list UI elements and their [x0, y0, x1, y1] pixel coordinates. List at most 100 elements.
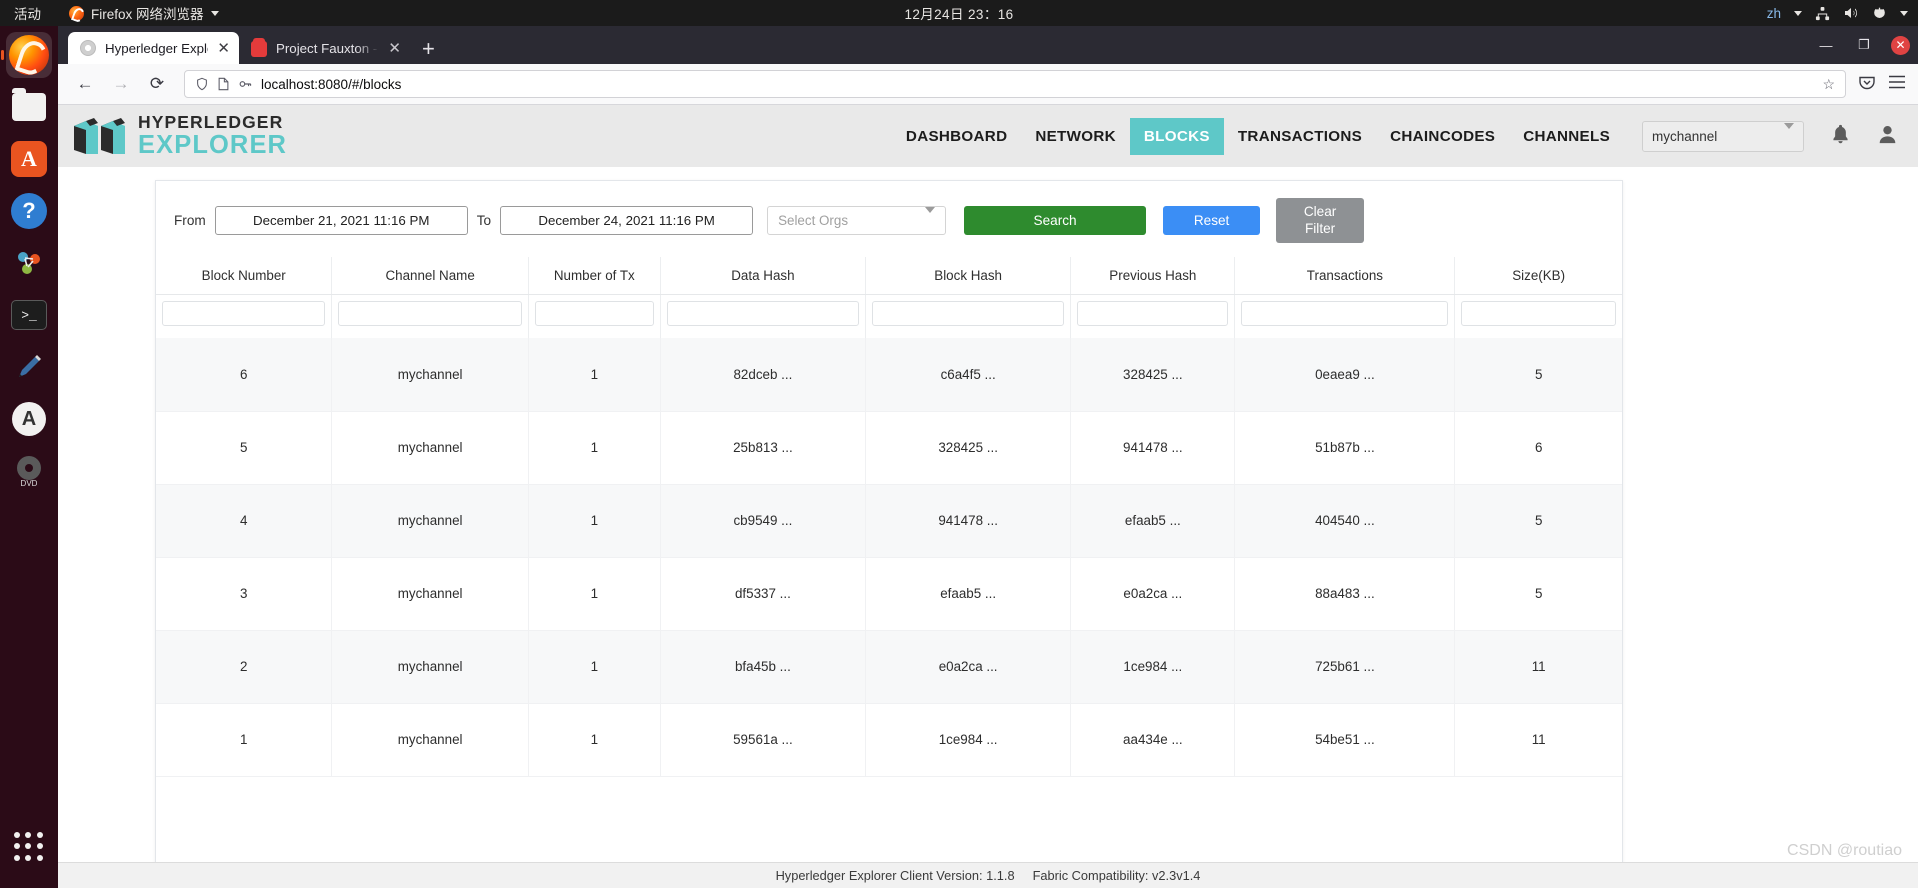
pocket-icon[interactable]: [1858, 73, 1876, 96]
bookmark-star-icon[interactable]: ☆: [1822, 76, 1835, 93]
system-clock[interactable]: 12月24日 23：16: [904, 3, 1013, 23]
nav-item-dashboard[interactable]: DASHBOARD: [892, 118, 1021, 155]
cell-number-of-tx: 1: [528, 557, 661, 631]
hyperledger-favicon: [80, 40, 96, 56]
dock-item-dvd[interactable]: DVD: [6, 448, 52, 494]
active-app-menu[interactable]: Firefox 网络浏览器: [69, 3, 219, 23]
col-number-of-tx[interactable]: Number of Tx: [528, 257, 661, 295]
cell-previous-hash: 1ce984 ...: [1070, 630, 1236, 704]
col-block-hash[interactable]: Block Hash: [865, 257, 1072, 295]
activities-button[interactable]: 活动: [0, 3, 55, 23]
close-icon[interactable]: ✕: [217, 41, 230, 56]
dock-item-settings[interactable]: [6, 240, 52, 286]
browser-tab-project-fauxton[interactable]: Project Fauxton - databas ✕: [239, 32, 410, 64]
cell-block-hash[interactable]: 328425 ...: [865, 411, 1072, 485]
reload-button[interactable]: ⟳: [142, 69, 172, 99]
cell-block-hash[interactable]: 1ce984 ...: [865, 703, 1072, 777]
bell-icon[interactable]: [1830, 123, 1851, 150]
search-button[interactable]: Search: [964, 206, 1147, 235]
maximize-button[interactable]: ❐: [1853, 34, 1875, 56]
close-icon[interactable]: ✕: [388, 41, 401, 56]
cell-channel-name: mychannel: [331, 703, 529, 777]
cell-previous-hash: e0a2ca ...: [1070, 557, 1236, 631]
filter-input-number-of-tx[interactable]: [534, 301, 654, 326]
filter-input-data-hash[interactable]: [666, 301, 860, 326]
blocks-card: From December 21, 2021 11:16 PM To Decem…: [155, 180, 1623, 880]
browser-tab-hyperledger-explorer[interactable]: Hyperledger Explorer ✕: [68, 32, 239, 64]
cell-transactions[interactable]: 54be51 ...: [1234, 703, 1456, 777]
dock-item-text-editor[interactable]: [6, 344, 52, 390]
shield-icon[interactable]: [195, 77, 209, 91]
filter-input-size-kb[interactable]: [1461, 301, 1616, 326]
col-data-hash[interactable]: Data Hash: [660, 257, 867, 295]
permissions-key-icon[interactable]: [238, 77, 253, 91]
table-row[interactable]: 6 mychannel 1 82dceb ... c6a4f5 ... 3284…: [156, 338, 1622, 412]
to-date-input[interactable]: December 24, 2021 11:16 PM: [500, 206, 754, 235]
system-status-area[interactable]: zh: [1767, 0, 1908, 26]
cell-transactions[interactable]: 88a483 ...: [1234, 557, 1456, 631]
new-tab-button[interactable]: +: [422, 38, 435, 60]
nav-item-blocks[interactable]: BLOCKS: [1129, 117, 1224, 155]
address-bar[interactable]: localhost:8080/#/blocks ☆: [184, 70, 1846, 98]
firefox-icon: [9, 35, 49, 75]
hyperledger-logo-icon: [72, 114, 127, 158]
col-transactions[interactable]: Transactions: [1234, 257, 1456, 295]
dock-item-app-a[interactable]: A: [6, 396, 52, 442]
clear-filter-button[interactable]: Clear Filter: [1276, 198, 1365, 243]
cell-transactions[interactable]: 0eaea9 ...: [1234, 338, 1456, 412]
col-previous-hash[interactable]: Previous Hash: [1070, 257, 1236, 295]
forward-button[interactable]: →: [106, 69, 136, 99]
hamburger-menu-icon[interactable]: [1888, 75, 1906, 94]
table-row[interactable]: 1 mychannel 1 59561a ... 1ce984 ... aa43…: [156, 703, 1622, 777]
channel-selector[interactable]: mychannel: [1642, 120, 1804, 152]
nav-item-chaincodes[interactable]: CHAINCODES: [1376, 118, 1509, 155]
nav-item-network[interactable]: NETWORK: [1021, 118, 1130, 155]
network-icon[interactable]: [1815, 6, 1830, 21]
power-icon[interactable]: [1872, 6, 1887, 21]
dock-item-firefox[interactable]: [6, 32, 52, 78]
page-info-icon[interactable]: [217, 77, 230, 91]
col-block-number[interactable]: Block Number: [156, 257, 333, 295]
chevron-down-icon[interactable]: [1900, 10, 1908, 16]
dock-item-ubuntu-software[interactable]: A: [6, 136, 52, 182]
reset-button[interactable]: Reset: [1163, 206, 1261, 235]
table-row[interactable]: 4 mychannel 1 cb9549 ... 941478 ... efaa…: [156, 484, 1622, 558]
back-button[interactable]: ←: [70, 69, 100, 99]
table-row[interactable]: 3 mychannel 1 df5337 ... efaab5 ... e0a2…: [156, 557, 1622, 631]
select-orgs-dropdown[interactable]: Select Orgs: [767, 206, 947, 235]
dock-item-help[interactable]: ?: [6, 188, 52, 234]
filter-input-channel-name[interactable]: [338, 301, 522, 326]
language-indicator[interactable]: zh: [1767, 6, 1781, 21]
from-date-input[interactable]: December 21, 2021 11:16 PM: [214, 206, 468, 235]
cell-transactions[interactable]: 725b61 ...: [1234, 630, 1456, 704]
col-channel-name[interactable]: Channel Name: [331, 257, 529, 295]
table-row[interactable]: 5 mychannel 1 25b813 ... 328425 ... 9414…: [156, 411, 1622, 485]
cell-transactions[interactable]: 404540 ...: [1234, 484, 1456, 558]
dock-item-terminal[interactable]: >_: [6, 292, 52, 338]
volume-icon[interactable]: [1843, 5, 1859, 21]
cell-channel-name: mychannel: [331, 411, 529, 485]
user-avatar-icon[interactable]: [1877, 123, 1898, 150]
dock-item-show-applications[interactable]: [6, 824, 52, 870]
blocks-table-wrapper[interactable]: Block Number Channel Name Number of Tx D…: [156, 257, 1622, 887]
col-size-kb[interactable]: Size(KB): [1454, 257, 1622, 295]
close-window-button[interactable]: ✕: [1891, 35, 1910, 55]
cell-previous-hash: aa434e ...: [1070, 703, 1236, 777]
dock-item-files[interactable]: [6, 84, 52, 130]
cell-size-kb: 11: [1454, 630, 1622, 704]
app-logo[interactable]: HYPERLEDGER EXPLORER: [72, 113, 287, 158]
table-row[interactable]: 2 mychannel 1 bfa45b ... e0a2ca ... 1ce9…: [156, 630, 1622, 704]
filter-input-block-number[interactable]: [162, 301, 326, 326]
minimize-button[interactable]: —: [1815, 34, 1837, 56]
cell-block-hash[interactable]: 941478 ...: [865, 484, 1072, 558]
cell-transactions[interactable]: 51b87b ...: [1234, 411, 1456, 485]
cell-block-hash[interactable]: e0a2ca ...: [865, 630, 1072, 704]
nav-item-channels[interactable]: CHANNELS: [1509, 118, 1624, 155]
cell-block-hash[interactable]: efaab5 ...: [865, 557, 1072, 631]
cell-block-hash[interactable]: c6a4f5 ...: [865, 338, 1072, 412]
filter-input-transactions[interactable]: [1241, 301, 1449, 326]
channel-selector-value: mychannel: [1652, 128, 1718, 144]
nav-item-transactions[interactable]: TRANSACTIONS: [1224, 118, 1376, 155]
filter-input-previous-hash[interactable]: [1077, 301, 1229, 326]
filter-input-block-hash[interactable]: [872, 301, 1065, 326]
